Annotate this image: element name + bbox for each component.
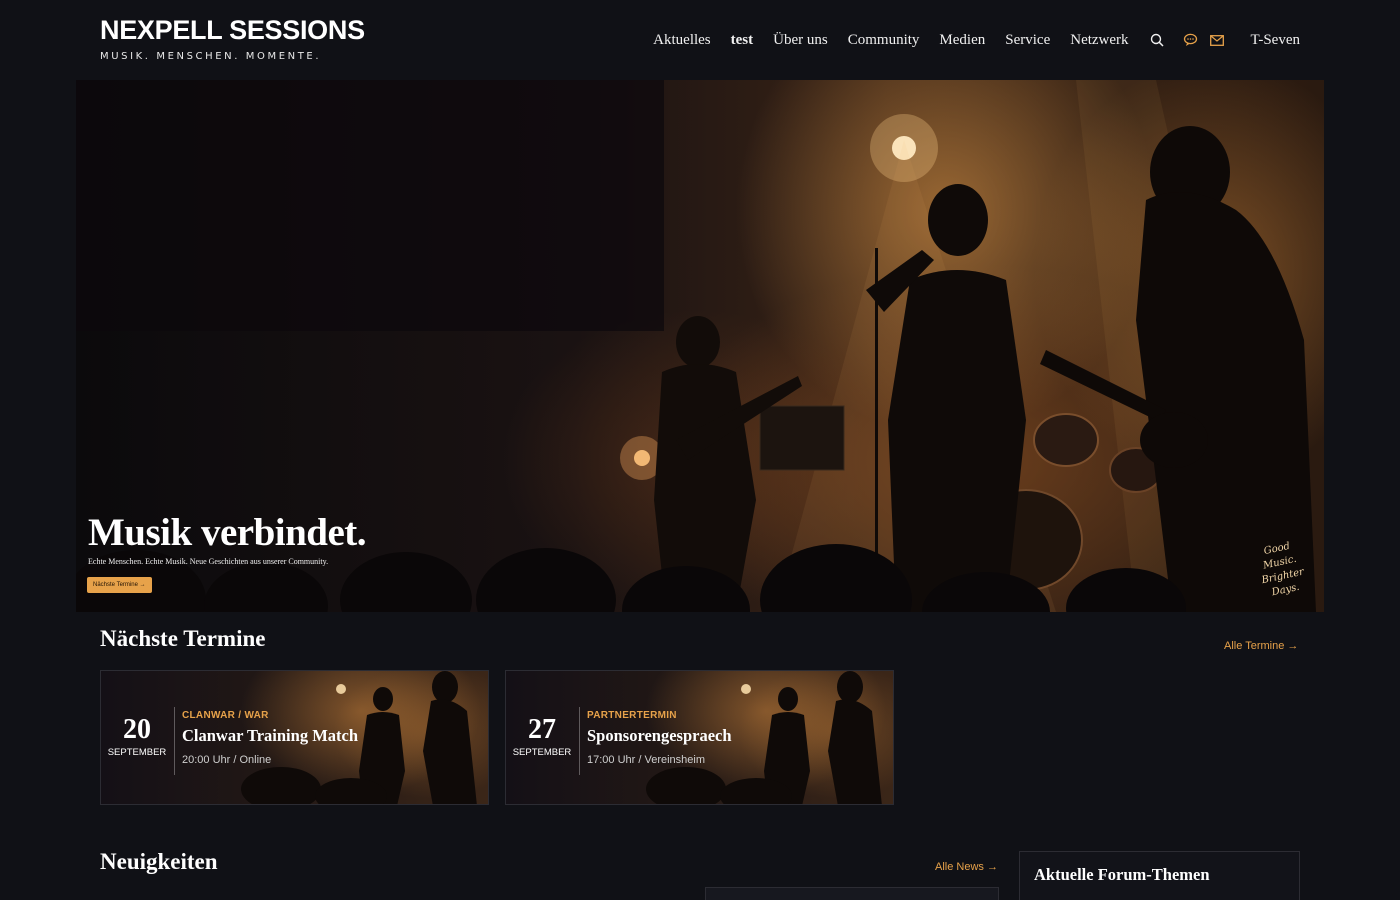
- search-icon[interactable]: [1149, 32, 1165, 48]
- nav-item-ueber-uns[interactable]: Über uns: [773, 32, 828, 49]
- event-month: SEPTEMBER: [512, 747, 572, 758]
- hero-title: Musik verbindet.: [88, 511, 367, 554]
- event-month: SEPTEMBER: [107, 747, 167, 758]
- event-divider: [174, 707, 175, 775]
- nav-item-netzwerk[interactable]: Netzwerk: [1070, 32, 1128, 49]
- nav-item-community[interactable]: Community: [848, 32, 920, 49]
- hero-cta-button[interactable]: Nächste Termine →: [87, 577, 152, 593]
- event-name: Sponsorengespraech: [587, 726, 732, 745]
- all-events-link[interactable]: Alle Termine →: [1224, 640, 1298, 652]
- event-date: 27 SEPTEMBER: [506, 714, 578, 759]
- main-nav: Aktuelles test Über uns Community Medien…: [633, 30, 1300, 50]
- event-date: 20 SEPTEMBER: [101, 714, 173, 759]
- nav-item-service[interactable]: Service: [1005, 32, 1050, 49]
- site-logo[interactable]: NEXPELL SESSIONS MUSIK. MENSCHEN. MOMENT…: [100, 14, 365, 62]
- nav-item-aktuelles[interactable]: Aktuelles: [653, 32, 711, 49]
- news-card[interactable]: [705, 887, 999, 900]
- event-category: PARTNERTERMIN: [587, 710, 677, 721]
- chat-icon[interactable]: [1183, 32, 1199, 48]
- nav-item-medien[interactable]: Medien: [939, 32, 985, 49]
- forum-widget: Aktuelle Forum-Themen: [1019, 851, 1300, 900]
- news-section-title: Neuigkeiten: [100, 849, 218, 874]
- hero-banner: Musik verbindet. Echte Menschen. Echte M…: [76, 80, 1324, 612]
- logo-tagline: MUSIK. MENSCHEN. MOMENTE.: [100, 51, 322, 62]
- events-section-title: Nächste Termine: [100, 626, 266, 651]
- event-card[interactable]: 20 SEPTEMBER CLANWAR / WAR Clanwar Train…: [100, 670, 489, 805]
- event-card[interactable]: 27 SEPTEMBER PARTNERTERMIN Sponsorengesp…: [505, 670, 894, 805]
- nav-user-link[interactable]: T-Seven: [1251, 32, 1300, 49]
- event-name: Clanwar Training Match: [182, 726, 359, 745]
- forum-widget-title: Aktuelle Forum-Themen: [1034, 865, 1210, 884]
- logo-title: NEXPELL SESSIONS: [100, 15, 365, 45]
- hero-dark-overlay: [76, 80, 664, 331]
- site-header: NEXPELL SESSIONS MUSIK. MENSCHEN. MOMENT…: [0, 0, 1400, 80]
- event-meta: 20:00 Uhr / Online: [182, 754, 272, 766]
- event-day: 20: [123, 714, 151, 745]
- event-divider: [579, 707, 580, 775]
- all-news-link[interactable]: Alle News →: [935, 861, 998, 873]
- event-category: CLANWAR / WAR: [182, 710, 269, 721]
- event-meta: 17:00 Uhr / Vereinsheim: [587, 754, 706, 766]
- event-day: 27: [528, 714, 556, 745]
- nav-item-test[interactable]: test: [731, 32, 754, 49]
- hero-subtitle: Echte Menschen. Echte Musik. Neue Geschi…: [88, 557, 329, 566]
- mail-icon[interactable]: [1209, 32, 1225, 48]
